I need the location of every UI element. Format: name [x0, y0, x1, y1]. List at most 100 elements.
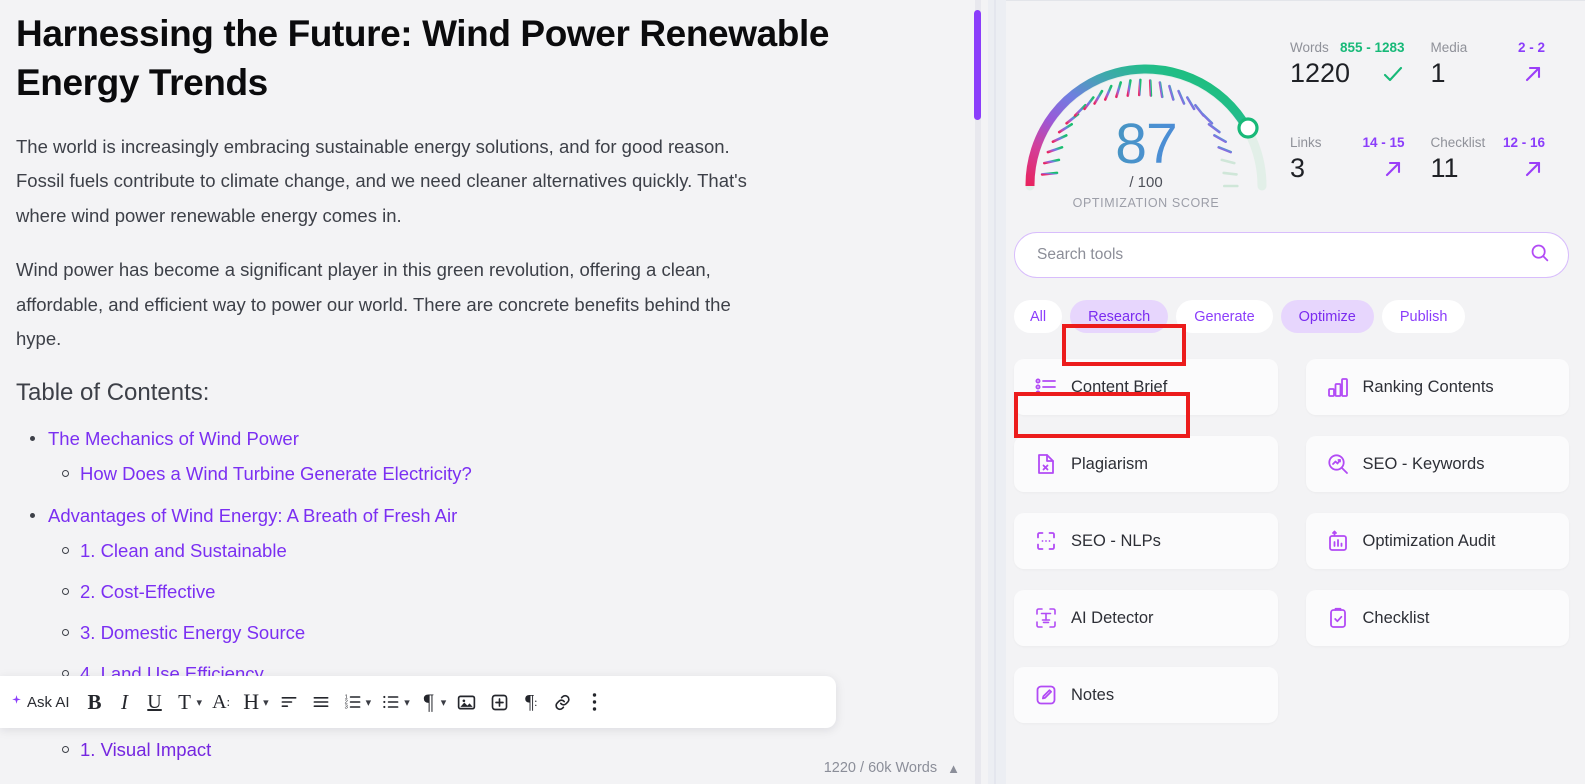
filter-pill-optimize[interactable]: Optimize	[1280, 300, 1374, 333]
stats-grid: Words 855 - 1283 1220 Media 2 - 2 1 Link…	[1280, 18, 1567, 184]
tool-card-seo-keywords[interactable]: SEO - Keywords	[1305, 436, 1569, 492]
toc-subitem: How Does a Wind Turbine Generate Electri…	[48, 456, 948, 491]
stat-label: Media	[1430, 40, 1468, 55]
optimization-score-denominator: / 100	[1129, 174, 1163, 191]
stat-media: Media 2 - 2 1	[1431, 40, 1568, 89]
chevron-up-icon[interactable]: ▲	[947, 761, 960, 776]
word-count-label: 1220 / 60k Words	[823, 760, 938, 776]
document-editor-pane: Harnessing the Future: Wind Power Renewa…	[0, 0, 988, 784]
search-icon[interactable]	[1529, 242, 1550, 268]
stat-label: Checklist	[1430, 135, 1486, 150]
toc-link[interactable]: 1. Visual Impact	[80, 732, 211, 767]
toc-link[interactable]: The Mechanics of Wind Power	[48, 421, 299, 456]
tool-card-seo-nlps[interactable]: SEO - NLPs	[1014, 513, 1278, 569]
text-style-button[interactable]: A:	[206, 683, 236, 721]
underline-button[interactable]: U	[140, 683, 170, 721]
toc-link[interactable]: 2. Noise Pollution	[80, 774, 224, 784]
insert-block-icon[interactable]	[483, 683, 516, 721]
optimization-score-value: 87	[1012, 116, 1280, 173]
toc-subitem: 1. Clean and Sustainable	[48, 533, 948, 568]
toc-sublist: 1. Clean and Sustainable 2. Cost-Effecti…	[48, 533, 948, 692]
tool-label: Optimization Audit	[1362, 531, 1496, 550]
tool-card-notes[interactable]: Notes	[1014, 667, 1278, 723]
toc-subitem: 1. Visual Impact	[48, 732, 948, 767]
stat-range: 855 - 1283	[1339, 40, 1405, 55]
document-body[interactable]: Harnessing the Future: Wind Power Renewa…	[0, 0, 988, 784]
tools-grid-spacer	[1306, 667, 1570, 723]
heading-button[interactable]: H	[236, 683, 266, 721]
filter-pill-research[interactable]: Research	[1070, 300, 1169, 333]
ask-ai-button[interactable]: Ask AI	[6, 694, 80, 711]
stat-value: 3	[1290, 153, 1306, 183]
toc-link[interactable]: Advantages of Wind Energy: A Breath of F…	[48, 498, 457, 533]
formatting-toolbar: Ask AI B I U T ▾ A: H ▾ 1 2 3 ▾ ▾ ¶ ▾ ¶ …	[0, 676, 836, 728]
audit-chart-icon	[1326, 529, 1350, 553]
toc-sublist: 1. Visual Impact 2. Noise Pollution	[48, 732, 948, 784]
ask-ai-label: Ask AI	[27, 693, 70, 711]
filter-pill-generate[interactable]: Generate	[1176, 300, 1273, 333]
toc-sublist: How Does a Wind Turbine Generate Electri…	[48, 456, 948, 491]
search-input[interactable]	[1037, 246, 1529, 264]
gauge-readout: 87 / 100 OPTIMIZATION SCORE	[1012, 116, 1280, 211]
more-options-icon[interactable]	[579, 683, 609, 721]
note-pencil-icon	[1034, 683, 1058, 707]
search-tools-box[interactable]	[1014, 232, 1569, 278]
align-left-icon[interactable]	[273, 683, 305, 721]
paragraph-settings-label: ¶	[525, 690, 535, 713]
tool-label: Ranking Contents	[1362, 377, 1494, 396]
chevron-down-icon[interactable]: ▾	[404, 696, 414, 709]
tool-card-checklist[interactable]: Checklist	[1305, 590, 1569, 646]
align-justify-icon[interactable]	[305, 683, 337, 721]
paragraph-button[interactable]: ¶	[414, 683, 444, 721]
pane-divider	[988, 0, 1006, 784]
toc-link[interactable]: 2. Cost-Effective	[80, 574, 215, 609]
toc-link[interactable]: 1. Clean and Sustainable	[80, 533, 287, 568]
tool-label: SEO - NLPs	[1071, 531, 1161, 550]
bold-button[interactable]: B	[80, 683, 110, 721]
bullet-list-icon[interactable]	[375, 683, 407, 721]
stat-range: 14 - 15	[1362, 135, 1405, 150]
stat-value: 1	[1430, 58, 1446, 88]
tool-card-content-brief[interactable]: Content Brief	[1014, 359, 1278, 415]
stat-words: Words 855 - 1283 1220	[1290, 40, 1427, 89]
toc-subitem: 2. Cost-Effective	[48, 574, 948, 609]
stat-value: 1220	[1290, 58, 1351, 88]
toc-item: The Mechanics of Wind Power How Does a W…	[16, 421, 948, 491]
tool-card-plagiarism[interactable]: Plagiarism	[1014, 436, 1278, 492]
chevron-down-icon[interactable]: ▾	[197, 696, 207, 709]
chevron-down-icon[interactable]: ▾	[441, 696, 451, 709]
page-title: Harnessing the Future: Wind Power Renewa…	[16, 13, 830, 103]
word-count-footer[interactable]: 1220 / 60k Words ▲	[824, 760, 960, 776]
stat-label: Links	[1290, 135, 1322, 150]
arrow-up-right-icon[interactable]	[1521, 62, 1545, 86]
image-icon[interactable]	[450, 683, 483, 721]
optimization-score-panel: 87 / 100 OPTIMIZATION SCORE Words 855 - …	[1006, 0, 1585, 228]
toc-link[interactable]: 3. Domestic Energy Source	[80, 615, 305, 650]
bar-chart-icon	[1326, 375, 1350, 399]
arrow-up-right-icon[interactable]	[1381, 157, 1405, 181]
sparkle-icon	[10, 694, 23, 711]
filter-pill-publish[interactable]: Publish	[1381, 300, 1466, 333]
paragraph-settings-button[interactable]: ¶:	[516, 683, 546, 721]
tool-card-ranking-contents[interactable]: Ranking Contents	[1305, 359, 1569, 415]
chevron-down-icon[interactable]: ▾	[366, 696, 376, 709]
tool-label: Notes	[1071, 685, 1115, 704]
ordered-list-icon[interactable]: 1 2 3	[337, 683, 369, 721]
scan-text-icon	[1034, 606, 1058, 630]
italic-button[interactable]: I	[110, 683, 140, 721]
arrow-up-right-icon[interactable]	[1521, 157, 1545, 181]
tool-card-ai-detector[interactable]: AI Detector	[1014, 590, 1278, 646]
tool-card-optimization-audit[interactable]: Optimization Audit	[1305, 513, 1569, 569]
font-family-button[interactable]: T	[170, 683, 200, 721]
toc-link[interactable]: How Does a Wind Turbine Generate Electri…	[80, 456, 472, 491]
tools-sidebar: 87 / 100 OPTIMIZATION SCORE Words 855 - …	[1006, 0, 1585, 784]
document-x-icon	[1034, 452, 1058, 476]
filter-pill-all[interactable]: All	[1014, 300, 1063, 333]
optimization-score-caption: OPTIMIZATION SCORE	[1072, 196, 1220, 210]
toc-subitem: 2. Noise Pollution	[48, 774, 948, 784]
editor-scrollbar-thumb[interactable]	[974, 10, 981, 120]
link-icon[interactable]	[546, 683, 579, 721]
check-icon	[1381, 62, 1405, 86]
app-root: Harnessing the Future: Wind Power Renewa…	[0, 0, 1585, 784]
chevron-down-icon[interactable]: ▾	[263, 696, 273, 709]
